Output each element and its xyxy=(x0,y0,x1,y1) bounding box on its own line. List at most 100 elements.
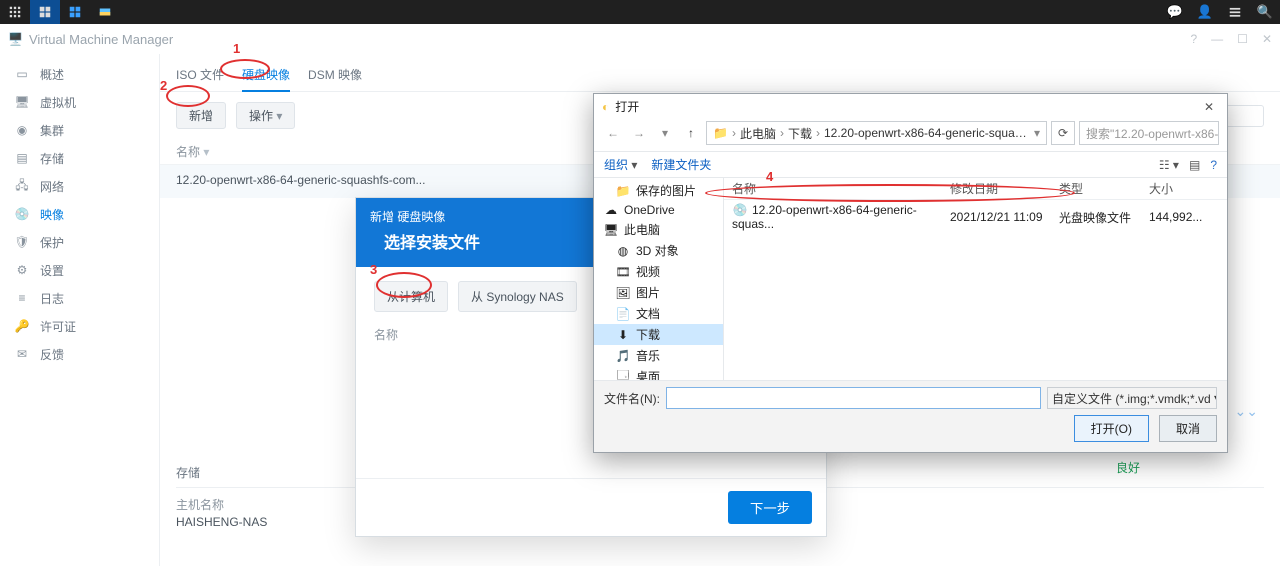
tree-item[interactable]: 📄 文档 xyxy=(594,303,723,324)
window-close-icon[interactable]: ✕ xyxy=(1262,32,1272,46)
taskbar-dashboard-icon[interactable] xyxy=(60,0,90,24)
tree-item[interactable]: 🎞 视频 xyxy=(594,261,723,282)
help-icon[interactable]: ? xyxy=(1210,158,1217,172)
folder-icon: 📁 xyxy=(713,126,728,140)
disc-icon: 💿 xyxy=(732,203,748,217)
tree-item[interactable]: 🖥此电脑 xyxy=(594,219,723,240)
sidebar-item-label: 保护 xyxy=(40,234,64,251)
taskbar-search-icon[interactable]: 🔍 xyxy=(1250,0,1280,24)
status-value: 良好 xyxy=(1116,459,1140,476)
tree-item[interactable]: 📁保存的图片 xyxy=(594,180,723,201)
tree-item-label: 此电脑 xyxy=(624,221,660,238)
taskbar-app4-icon[interactable] xyxy=(90,0,120,24)
sidebar-item-label: 设置 xyxy=(40,262,64,279)
os-taskbar: 💬 👤 🔍 xyxy=(0,0,1280,24)
collapse-chevron-icon[interactable]: ⌄⌄ xyxy=(1235,403,1258,420)
sidebar-item-protect[interactable]: 🛡 保护 xyxy=(0,228,159,256)
doc-icon: 📄 xyxy=(616,307,630,321)
tree-item[interactable]: ◍ 3D 对象 xyxy=(594,240,723,261)
tree-item-label: 3D 对象 xyxy=(636,242,679,259)
app-icon: 🖥️ xyxy=(8,32,23,46)
video-icon: 🎞 xyxy=(616,265,630,279)
tree-item-label: 文档 xyxy=(636,305,660,322)
sidebar-item-feedback[interactable]: ✉反馈 xyxy=(0,340,159,368)
sidebar-item-settings[interactable]: ⚙设置 xyxy=(0,256,159,284)
tree-item-label: 桌面 xyxy=(636,368,660,380)
annotation-circle-1 xyxy=(220,59,270,79)
titlebar: 🖥️ Virtual Machine Manager ? — ☐ ✕ xyxy=(0,24,1280,54)
sidebar-item-log[interactable]: ≡日志 xyxy=(0,284,159,312)
storage-icon: ▤ xyxy=(14,150,30,166)
annotation-circle-3 xyxy=(376,272,432,298)
nav-recent-icon[interactable]: ▾ xyxy=(654,122,676,144)
taskbar-user-icon[interactable]: 👤 xyxy=(1190,0,1220,24)
vm-icon: 🖥 xyxy=(14,94,30,110)
protect-icon: 🛡 xyxy=(14,234,30,250)
sidebar-item-label: 存储 xyxy=(40,150,64,167)
from-nas-button[interactable]: 从 Synology NAS xyxy=(458,281,577,312)
nav-fwd-icon: → xyxy=(628,122,650,144)
viewmode-icon[interactable]: ☷ ▾ xyxy=(1159,158,1179,172)
annotation-label-4: 4 xyxy=(766,169,773,184)
annotation-label-2: 2 xyxy=(160,78,167,93)
taskbar-listview-icon[interactable] xyxy=(1220,0,1250,24)
new-folder-button[interactable]: 新建文件夹 xyxy=(651,156,711,173)
file-size: 144,992... xyxy=(1149,210,1219,224)
tree-item[interactable]: ☁OneDrive xyxy=(594,201,723,219)
cluster-icon: ◉ xyxy=(14,122,30,138)
filecol-size[interactable]: 大小 xyxy=(1149,180,1219,197)
tree-item[interactable]: 🎵音乐 xyxy=(594,345,723,366)
sidebar-item-vm[interactable]: 🖥 虚拟机 xyxy=(0,88,159,116)
sidebar-item-overview[interactable]: ▭概述 xyxy=(0,60,159,88)
license-icon: 🔑 xyxy=(14,318,30,334)
crumb-img[interactable]: 12.20-openwrt-x86-64-generic-squashfs-co… xyxy=(824,126,1030,140)
open-dialog-title: 打开 xyxy=(615,98,1193,115)
ops-button[interactable]: 操作 xyxy=(236,102,295,129)
folder-tree[interactable]: 📁保存的图片☁OneDrive🖥此电脑 ◍ 3D 对象 🎞 视频 🖼图片 📄 文档 ⬇下载🎵音乐… xyxy=(594,178,724,380)
sidebar-item-license[interactable]: 🔑许可证 xyxy=(0,312,159,340)
open-dialog-icon: ◐ xyxy=(602,100,609,114)
tab-dsm[interactable]: DSM 映像 xyxy=(308,62,362,91)
open-button[interactable]: 打开(O) xyxy=(1074,415,1149,442)
window-minimize-icon[interactable]: — xyxy=(1211,32,1223,46)
sidebar-item-label: 网络 xyxy=(40,178,64,195)
filetype-filter[interactable]: 自定义文件 (*.img;*.vmdk;*.vd ▾ xyxy=(1047,387,1217,409)
next-button[interactable]: 下一步 xyxy=(728,491,812,524)
sidebar-item-image[interactable]: 💿 映像 xyxy=(0,200,159,228)
taskbar-apps-icon[interactable] xyxy=(0,0,30,24)
sidebar-item-network[interactable]: 🖧网络 xyxy=(0,172,159,200)
sidebar-item-storage[interactable]: ▤ 存储 xyxy=(0,144,159,172)
image-icon: 💿 xyxy=(14,206,30,222)
tree-item[interactable]: 🗔桌面 xyxy=(594,366,723,380)
organize-button[interactable]: 组织 ▾ xyxy=(604,156,637,173)
breadcrumbs[interactable]: 📁› 此电脑› 下载› 12.20-openwrt-x86-64-generic… xyxy=(706,121,1047,145)
sidebar-item-label: 映像 xyxy=(40,206,64,223)
nav-up-icon[interactable]: ↑ xyxy=(680,122,702,144)
3d-icon: ◍ xyxy=(616,244,630,258)
window-title: Virtual Machine Manager xyxy=(29,32,1185,47)
window-help-icon[interactable]: ? xyxy=(1190,32,1197,46)
dialog-close-icon[interactable]: ✕ xyxy=(1199,100,1219,114)
nav-back-icon[interactable]: ← xyxy=(602,122,624,144)
crumb-pc[interactable]: 此电脑 xyxy=(740,125,776,142)
file-row[interactable]: 💿12.20-openwrt-x86-64-generic-squas... 2… xyxy=(724,200,1227,234)
sidebar: ▭概述 🖥 虚拟机 ◉集群 ▤ 存储 🖧网络 💿 映像 🛡 保护 ⚙设置 ≡日志 🔑许可… xyxy=(0,54,160,566)
taskbar-chat-icon[interactable]: 💬 xyxy=(1160,0,1190,24)
tree-item[interactable]: 🖼图片 xyxy=(594,282,723,303)
tabs: ISO 文件 硬盘映像 DSM 映像 xyxy=(160,54,1280,92)
window-maximize-icon[interactable]: ☐ xyxy=(1237,32,1248,46)
filename-input[interactable] xyxy=(666,387,1041,409)
preview-pane-icon[interactable]: ▤ xyxy=(1189,158,1200,172)
annotation-label-3: 3 xyxy=(370,262,377,277)
sidebar-item-label: 反馈 xyxy=(40,346,64,363)
picture-icon: 🖼 xyxy=(616,286,630,300)
tree-item-label: 视频 xyxy=(636,263,660,280)
tree-item[interactable]: ⬇下载 xyxy=(594,324,723,345)
taskbar-packages-icon[interactable] xyxy=(30,0,60,24)
sidebar-item-label: 虚拟机 xyxy=(40,94,76,111)
cancel-button[interactable]: 取消 xyxy=(1159,415,1217,442)
sidebar-item-cluster[interactable]: ◉集群 xyxy=(0,116,159,144)
crumb-dl[interactable]: 下载 xyxy=(788,125,812,142)
file-search-input[interactable]: 搜索"12.20-openwrt-x86-64... xyxy=(1079,121,1219,145)
refresh-icon[interactable]: ⟳ xyxy=(1051,121,1075,145)
